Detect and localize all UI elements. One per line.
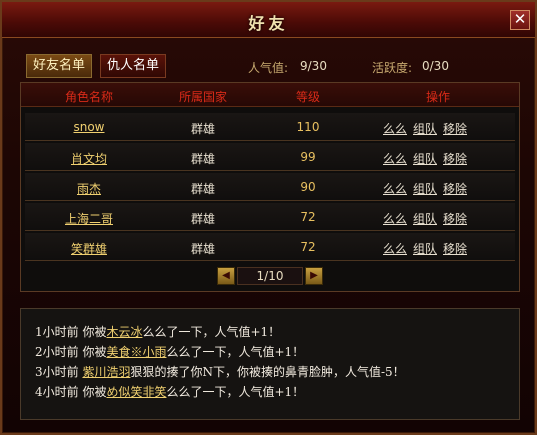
player-link[interactable]: 紫川浩羽 [82, 365, 130, 379]
tab-friends-list[interactable]: 好友名单 [26, 54, 92, 78]
activity-value: 0/30 [422, 59, 449, 73]
log-text: 么么了一下，人气值+1！ [166, 345, 305, 359]
team-action[interactable]: 组队 [413, 120, 437, 137]
log-message: 4小时前 你被め似笑非笑么么了一下，人气值+1！ [35, 383, 519, 403]
table-row: 上海二哥 群雄 72 么么 组队 移除 [25, 203, 515, 231]
next-page-button[interactable]: ▶ [305, 267, 323, 285]
team-action[interactable]: 组队 [413, 240, 437, 257]
remove-action[interactable]: 移除 [443, 150, 467, 167]
activity-label: 活跃度: [372, 61, 413, 75]
close-button[interactable]: ✕ [510, 10, 530, 30]
header-level: 等级 [295, 90, 320, 104]
log-text: 么么了一下，人气值+1！ [142, 325, 281, 339]
activity-log: 1小时前 你被木云冰么么了一下，人气值+1！ 2小时前 你被美食※小雨么么了一下… [20, 308, 520, 420]
player-name-link[interactable]: 上海二哥 [25, 210, 153, 227]
team-action[interactable]: 组队 [413, 210, 437, 227]
country-cell: 群雄 [190, 212, 215, 226]
kiss-action[interactable]: 么么 [383, 120, 407, 137]
level-cell: 72 [300, 240, 316, 254]
kiss-action[interactable]: 么么 [383, 180, 407, 197]
country-cell: 群雄 [190, 242, 215, 256]
window-title: 好友 [248, 14, 289, 33]
table-row: 雨杰 群雄 90 么么 组队 移除 [25, 173, 515, 201]
log-message: 1小时前 你被木云冰么么了一下，人气值+1！ [35, 323, 519, 343]
kiss-action[interactable]: 么么 [383, 210, 407, 227]
team-action[interactable]: 组队 [413, 150, 437, 167]
country-cell: 群雄 [190, 182, 215, 196]
log-text: 狠狠的揍了你N下，你被揍的鼻青脸肿，人气值-5！ [130, 365, 405, 379]
player-name-link[interactable]: 笑群雄 [25, 240, 153, 257]
remove-action[interactable]: 移除 [443, 180, 467, 197]
remove-action[interactable]: 移除 [443, 210, 467, 227]
level-cell: 110 [296, 120, 320, 134]
page-indicator: 1/10 [237, 267, 303, 285]
team-action[interactable]: 组队 [413, 180, 437, 197]
popularity-value: 9/30 [300, 59, 327, 73]
table-row: 肖文均 群雄 99 么么 组队 移除 [25, 143, 515, 171]
player-name-link[interactable]: snow [25, 120, 153, 134]
header-actions: 操作 [425, 90, 450, 104]
level-cell: 90 [300, 180, 316, 194]
friends-table: 角色名称 所属国家 等级 操作 snow 群雄 110 么么 组队 移除 肖文均… [20, 82, 520, 292]
prev-page-button[interactable]: ◀ [217, 267, 235, 285]
header-role-name: 角色名称 [64, 90, 113, 104]
title-bar: 好友 ✕ [2, 2, 535, 38]
kiss-action[interactable]: 么么 [383, 150, 407, 167]
player-link[interactable]: 木云冰 [106, 325, 142, 339]
remove-action[interactable]: 移除 [443, 240, 467, 257]
log-message: 3小时前 紫川浩羽狠狠的揍了你N下，你被揍的鼻青脸肿，人气值-5！ [35, 363, 519, 383]
table-row: 笑群雄 群雄 72 么么 组队 移除 [25, 233, 515, 261]
log-time-text: 1小时前 你被 [35, 325, 107, 339]
kiss-action[interactable]: 么么 [383, 240, 407, 257]
country-cell: 群雄 [190, 122, 215, 136]
friends-window: 好友 ✕ 好友名单 仇人名单 人气值: 9/30 活跃度: 0/30 角色名称 … [0, 0, 537, 435]
table-header: 角色名称 所属国家 等级 操作 [21, 83, 519, 107]
player-link[interactable]: め似笑非笑 [106, 385, 166, 399]
log-time-text: 3小时前 [35, 365, 83, 379]
popularity-label: 人气值: [248, 61, 289, 75]
country-cell: 群雄 [190, 152, 215, 166]
log-time-text: 2小时前 你被 [35, 345, 107, 359]
player-name-link[interactable]: 雨杰 [25, 180, 153, 197]
level-cell: 99 [300, 150, 316, 164]
log-time-text: 4小时前 你被 [35, 385, 107, 399]
log-text: 么么了一下，人气值+1！ [166, 385, 305, 399]
log-message: 2小时前 你被美食※小雨么么了一下，人气值+1！ [35, 343, 519, 363]
level-cell: 72 [300, 210, 316, 224]
tab-enemies-list[interactable]: 仇人名单 [100, 54, 166, 78]
player-link[interactable]: 美食※小雨 [106, 345, 166, 359]
table-row: snow 群雄 110 么么 组队 移除 [25, 113, 515, 141]
header-country: 所属国家 [178, 90, 227, 104]
player-name-link[interactable]: 肖文均 [25, 150, 153, 167]
remove-action[interactable]: 移除 [443, 120, 467, 137]
